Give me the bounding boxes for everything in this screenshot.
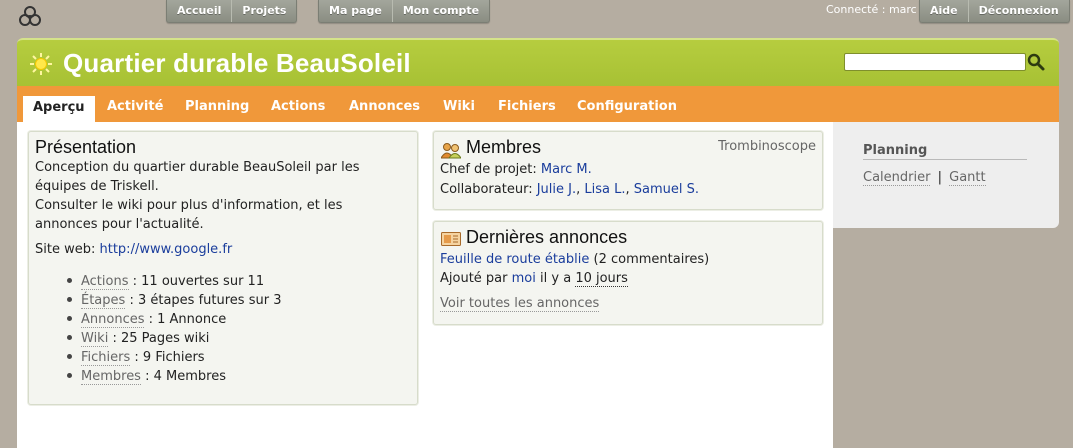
author-link[interactable]: moi xyxy=(512,271,536,286)
presentation-title: Présentation xyxy=(35,137,137,157)
announcement-icon xyxy=(441,232,461,246)
project-title: Quartier durable BeauSoleil xyxy=(63,48,411,78)
collaborator-link[interactable]: Julie J. xyxy=(537,182,576,197)
bullet-icon xyxy=(67,373,72,378)
nav-mon-compte[interactable]: Mon compte xyxy=(391,0,489,22)
collaborator-link[interactable]: Samuel S. xyxy=(634,182,699,197)
project-tabs: Aperçu Activité Planning Actions Annonce… xyxy=(17,86,1059,122)
connected-user-label: Connecté : marc xyxy=(826,3,917,16)
stat-link-fichiers[interactable]: Fichiers xyxy=(81,350,131,366)
nav-ma-page[interactable]: Ma page xyxy=(319,0,392,22)
stat-text: : 1 Annonce xyxy=(148,312,227,327)
stat-text: : 25 Pages wiki xyxy=(112,331,210,346)
announcement-row: Feuille de route établie (2 commentaires… xyxy=(440,252,709,267)
stat-row: Fichiers : 9 Fichiers xyxy=(67,350,205,366)
trombinoscope-link[interactable]: Trombinoscope xyxy=(718,139,816,154)
sidebar-separator: | xyxy=(937,170,942,185)
stat-text: : 9 Fichiers xyxy=(134,350,205,365)
project-chief-row: Chef de projet: Marc M. xyxy=(440,162,592,177)
members-icon xyxy=(441,143,461,159)
sidebar: Planning Calendrier | Gantt xyxy=(833,122,1059,228)
stat-row: Actions : 11 ouvertes sur 11 xyxy=(67,274,265,290)
tab-activite[interactable]: Activité xyxy=(107,94,163,122)
tab-planning[interactable]: Planning xyxy=(185,94,249,122)
chief-link[interactable]: Marc M. xyxy=(541,162,592,177)
tab-fichiers[interactable]: Fichiers xyxy=(498,94,556,122)
stat-link-etapes[interactable]: Étapes xyxy=(81,293,126,309)
nav-deconnexion[interactable]: Déconnexion xyxy=(967,0,1069,22)
announcement-meta: Ajouté par moi il y a 10 jours xyxy=(440,271,628,287)
members-box: Membres Trombinoscope Chef de projet: Ma… xyxy=(433,131,823,210)
tab-wiki[interactable]: Wiki xyxy=(443,94,475,122)
stat-link-wiki[interactable]: Wiki xyxy=(81,331,109,347)
stat-text: : 4 Membres xyxy=(145,369,226,384)
bullet-icon xyxy=(67,354,72,359)
collaborators-label: Collaborateur: xyxy=(440,182,533,197)
presentation-line-1: Conception du quartier durable BeauSolei… xyxy=(35,160,360,175)
stat-text: : 11 ouvertes sur 11 xyxy=(132,274,265,289)
bullet-icon xyxy=(67,335,72,340)
project-frame: Quartier durable BeauSoleil Aperçu Activ… xyxy=(17,38,1059,448)
search-icon[interactable] xyxy=(1026,52,1046,72)
sidebar-links: Calendrier | Gantt xyxy=(863,170,986,186)
added-prefix: Ajouté par xyxy=(440,271,508,286)
nav-projets[interactable]: Projets xyxy=(231,0,296,22)
tab-configuration[interactable]: Configuration xyxy=(577,94,677,122)
presentation-line-2: équipes de Triskell. xyxy=(35,179,159,194)
presentation-box: Présentation Conception du quartier dura… xyxy=(28,131,418,405)
search-input[interactable] xyxy=(844,53,1026,71)
tab-actions[interactable]: Actions xyxy=(271,94,325,122)
user-nav-group: Ma page Mon compte xyxy=(318,0,491,23)
website-label: Site web: xyxy=(35,242,96,257)
website-link[interactable]: http://www.google.fr xyxy=(100,242,233,257)
stat-row: Wiki : 25 Pages wiki xyxy=(67,331,210,347)
collaborator-link[interactable]: Lisa L. xyxy=(584,182,625,197)
top-bar: Accueil Projets Ma page Mon compte Conne… xyxy=(0,0,1073,38)
added-mid: il y a xyxy=(540,271,572,286)
bullet-icon xyxy=(67,297,72,302)
announcement-age: 10 jours xyxy=(575,271,628,287)
tab-apercu[interactable]: Aperçu xyxy=(23,96,95,122)
tab-annonces[interactable]: Annonces xyxy=(349,94,420,122)
stat-row: Étapes : 3 étapes futures sur 3 xyxy=(67,293,282,309)
announcement-comments: (2 commentaires) xyxy=(593,252,710,267)
presentation-line-3: Consulter le wiki pour plus d'informatio… xyxy=(35,198,343,213)
separator: , xyxy=(625,182,630,197)
website-row: Site web: http://www.google.fr xyxy=(35,242,232,257)
project-header: Quartier durable BeauSoleil xyxy=(17,38,1059,86)
collaborators-row: Collaborateur: Julie J., Lisa L., Samuel… xyxy=(440,182,699,197)
announcements-title: Dernières annonces xyxy=(466,227,628,247)
sun-icon xyxy=(30,53,52,75)
announcements-box: Dernières annonces Feuille de route étab… xyxy=(433,221,823,325)
announcement-link[interactable]: Feuille de route établie xyxy=(440,252,589,267)
sidebar-title: Planning xyxy=(863,143,1027,160)
chief-label: Chef de projet: xyxy=(440,162,537,177)
calendar-link[interactable]: Calendrier xyxy=(863,170,931,186)
main-nav-group: Accueil Projets xyxy=(166,0,298,23)
stat-link-actions[interactable]: Actions xyxy=(81,274,129,290)
presentation-line-4: annonces pour l'actualité. xyxy=(35,217,204,232)
members-title: Membres xyxy=(466,137,542,157)
stat-link-membres[interactable]: Membres xyxy=(81,369,141,385)
bullet-icon xyxy=(67,316,72,321)
stat-link-annonces[interactable]: Annonces xyxy=(81,312,145,328)
stat-text: : 3 étapes futures sur 3 xyxy=(129,293,282,308)
nav-aide[interactable]: Aide xyxy=(920,0,968,22)
bullet-icon xyxy=(67,278,72,283)
triskell-logo-icon[interactable] xyxy=(16,3,44,31)
see-all-announcements-link[interactable]: Voir toutes les annonces xyxy=(440,296,600,312)
separator: , xyxy=(576,182,581,197)
gantt-link[interactable]: Gantt xyxy=(949,170,986,186)
nav-accueil[interactable]: Accueil xyxy=(167,0,231,22)
help-nav-group: Aide Déconnexion xyxy=(919,0,1070,23)
stat-row: Annonces : 1 Annonce xyxy=(67,312,227,328)
stat-row: Membres : 4 Membres xyxy=(67,369,226,385)
